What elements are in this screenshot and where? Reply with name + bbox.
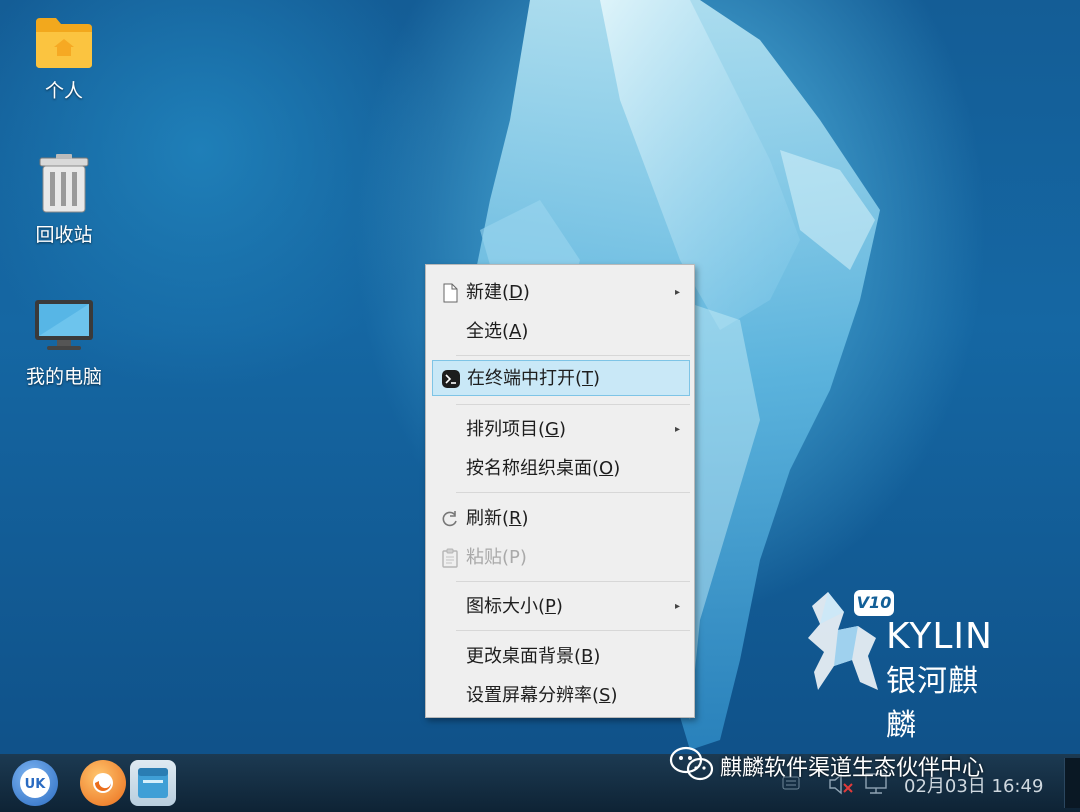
mnemonic-key: A	[509, 321, 522, 342]
desktop-icon-label: 个人	[44, 80, 83, 102]
menu-item-screen-resolution[interactable]: 设置屏幕分辨率(S)	[432, 678, 690, 714]
submenu-arrow-icon: ▸	[674, 601, 680, 612]
menu-item-label: 按名称组织桌面(	[466, 458, 600, 479]
desktop-icon-trash[interactable]: 回收站	[9, 154, 119, 247]
close-paren: )	[593, 368, 601, 389]
desktop-icon-home[interactable]: 个人	[9, 14, 119, 103]
menu-item-label: 设置屏幕分辨率(	[466, 685, 600, 706]
menu-item-label: 更改桌面背景(	[466, 646, 582, 667]
menu-item-paste: 粘贴(P)	[432, 540, 690, 576]
menu-separator	[456, 355, 690, 356]
close-paren: )	[522, 282, 530, 303]
terminal-icon	[442, 370, 460, 388]
desktop[interactable]: 个人 回收站 我的电脑 V10 KYLIN 银河麒麟 新建(D) ▸ 全选(A)…	[0, 0, 1080, 812]
close-paren: )	[555, 596, 563, 617]
close-paren: )	[558, 419, 567, 440]
submenu-arrow-icon: ▸	[674, 424, 680, 435]
mnemonic-key: T	[582, 368, 594, 389]
desktop-icon-label: 我的电脑	[25, 366, 102, 388]
start-menu-button[interactable]: UK	[12, 760, 58, 806]
home-folder-icon	[36, 18, 92, 68]
browser-button[interactable]	[80, 760, 126, 806]
mnemonic-key: P	[545, 596, 556, 617]
menu-item-label: 排列项目(	[466, 419, 546, 440]
mnemonic-key: B	[581, 646, 594, 667]
menu-item-label: 在终端中打开(	[467, 368, 583, 389]
menu-item-label: 新建(	[466, 282, 510, 303]
close-paren: )	[521, 321, 529, 342]
menu-item-change-background[interactable]: 更改桌面背景(B)	[432, 639, 690, 675]
menu-separator	[456, 492, 690, 493]
mnemonic-key: D	[509, 282, 523, 303]
menu-item-new[interactable]: 新建(D) ▸	[432, 275, 690, 311]
submenu-arrow-icon: ▸	[674, 287, 680, 298]
mnemonic-key: R	[509, 508, 522, 529]
menu-item-arrange-items[interactable]: 排列项目(G) ▸	[432, 412, 690, 448]
menu-item-label: 全选(	[466, 321, 510, 342]
menu-separator	[456, 404, 690, 405]
show-desktop-button[interactable]	[1064, 758, 1080, 808]
menu-item-select-all[interactable]: 全选(A)	[432, 314, 690, 350]
menu-item-label: 图标大小(	[466, 596, 546, 617]
close-paren: )	[521, 508, 529, 529]
desktop-icon-label: 回收站	[35, 224, 93, 246]
start-menu-icon: UK	[20, 768, 50, 798]
menu-item-organize-by-name[interactable]: 按名称组织桌面(O)	[432, 451, 690, 487]
new-document-icon	[443, 283, 458, 303]
desktop-context-menu: 新建(D) ▸ 全选(A) 在终端中打开(T) 排列项目(G) ▸ 按名称组织桌…	[425, 264, 695, 718]
menu-item-label: 刷新(	[466, 508, 510, 529]
computer-icon	[35, 300, 93, 350]
mnemonic-key: O	[599, 458, 614, 479]
desktop-icon-computer[interactable]: 我的电脑	[9, 296, 119, 389]
menu-item-open-terminal[interactable]: 在终端中打开(T)	[432, 360, 690, 396]
paste-icon	[442, 548, 458, 568]
close-paren: )	[593, 646, 601, 667]
kylin-chinese-wordmark: 银河麒麟	[886, 664, 979, 743]
watermark-text: 麒麟软件渠道生态伙伴中心	[720, 756, 985, 781]
mnemonic-key: S	[599, 685, 611, 706]
kylin-logo: V10 KYLIN 银河麒麟	[798, 586, 1008, 743]
refresh-icon	[442, 511, 457, 527]
file-manager-icon	[138, 768, 168, 798]
trash-icon	[39, 154, 89, 213]
close-paren: )	[610, 685, 618, 706]
menu-item-refresh[interactable]: 刷新(R)	[432, 501, 690, 537]
version-badge: V10	[854, 590, 894, 616]
menu-separator	[456, 630, 690, 631]
kylin-wordmark: KYLIN	[886, 616, 993, 657]
wechat-icon	[669, 746, 714, 781]
menu-item-label: 粘贴(P)	[466, 547, 527, 568]
mnemonic-key: G	[545, 419, 559, 440]
menu-item-icon-size[interactable]: 图标大小(P) ▸	[432, 589, 690, 625]
menu-separator	[456, 581, 690, 582]
svg-text:UK: UK	[25, 777, 47, 792]
close-paren: )	[613, 458, 621, 479]
file-manager-button[interactable]	[130, 760, 176, 806]
browser-icon	[93, 773, 113, 793]
